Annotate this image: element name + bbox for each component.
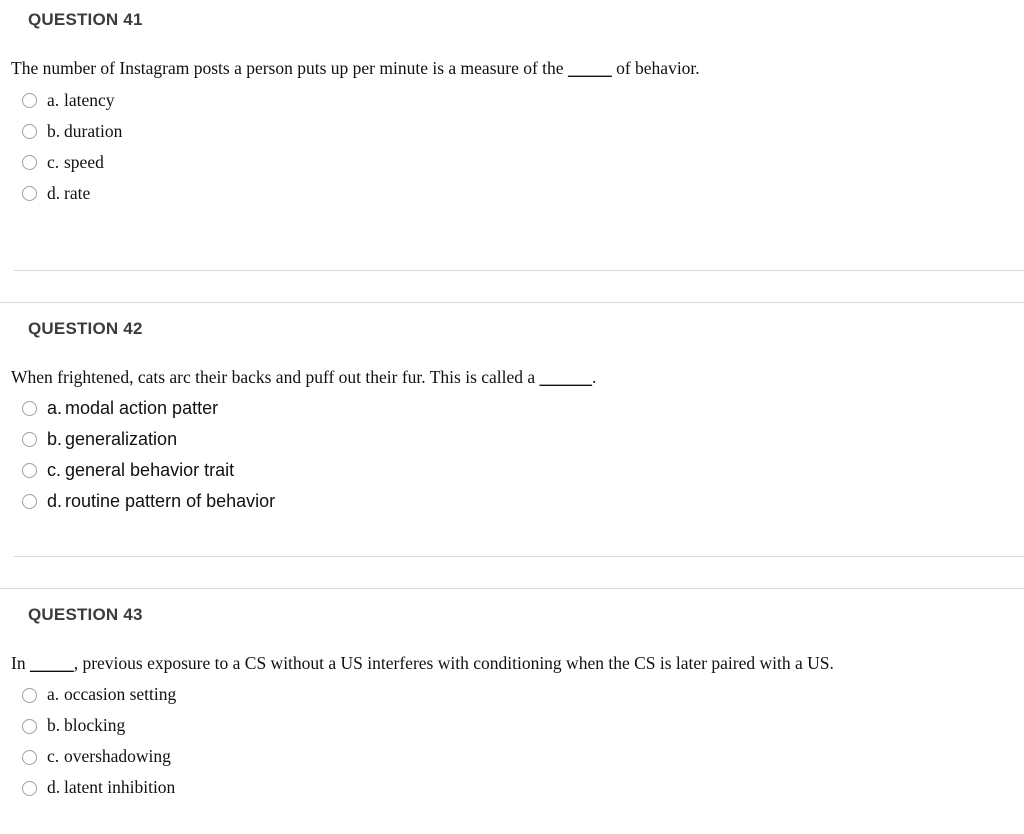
option-label: c. speed <box>47 151 104 172</box>
stem-blank: _____ <box>29 652 74 673</box>
question-separator-group <box>0 555 1024 589</box>
option-letter: d. <box>47 491 63 512</box>
option-letter: c. <box>47 460 62 481</box>
option-row[interactable]: c. overshadowing <box>0 742 1024 773</box>
options-list-43: a. occasion setting b. blocking c. overshad… <box>0 680 1024 804</box>
radio-button-icon[interactable] <box>22 718 37 734</box>
option-text: general behavior trait <box>65 460 235 481</box>
stem-blank: _____ <box>567 58 612 78</box>
option-label: d. routine pattern of behavior <box>47 492 275 510</box>
stem-text-before: When frightened, cats arc their backs an… <box>11 366 536 387</box>
option-label: a. occasion setting <box>47 686 176 704</box>
option-text: modal action patter <box>65 398 219 419</box>
separator-gap <box>0 557 1024 588</box>
stem-blank: ______ <box>539 366 593 387</box>
question-heading-41: QUESTION 41 <box>28 10 143 29</box>
option-label: d. rate <box>47 182 91 203</box>
radio-button-icon[interactable] <box>22 92 37 108</box>
radio-button-icon[interactable] <box>22 431 37 447</box>
option-letter: d. <box>47 777 61 798</box>
option-row[interactable]: c. speed <box>0 147 1024 178</box>
options-list-42: a. modal action patter b. generalization c… <box>0 393 1024 517</box>
option-letter: b. <box>47 429 63 450</box>
option-letter: a. <box>47 398 63 419</box>
option-text: duration <box>64 120 123 141</box>
question-block-42: QUESTION 42 When frightened, cats arc th… <box>0 303 1024 517</box>
option-row[interactable]: b. duration <box>0 116 1024 147</box>
option-label: a. latency <box>47 89 115 110</box>
option-label: b. duration <box>47 120 123 141</box>
option-text: latent inhibition <box>64 777 176 798</box>
question-block-43: QUESTION 43 In _____, previous exposure … <box>0 589 1024 804</box>
radio-button-icon[interactable] <box>22 749 37 765</box>
stem-text-before: In <box>11 652 26 673</box>
radio-button-icon[interactable] <box>22 154 37 170</box>
stem-text-before: The number of Instagram posts a person p… <box>11 58 564 78</box>
question-separator-group <box>0 269 1024 303</box>
stem-text-after: . <box>592 366 597 387</box>
radio-button-icon[interactable] <box>22 493 37 509</box>
option-text: rate <box>64 182 91 203</box>
option-label: d. latent inhibition <box>47 779 175 797</box>
radio-button-icon[interactable] <box>22 185 37 201</box>
option-label: c. general behavior trait <box>47 461 234 479</box>
option-letter: b. <box>47 120 61 141</box>
option-letter: b. <box>47 715 61 736</box>
option-label: c. overshadowing <box>47 748 171 766</box>
options-list-41: a. latency b. duration c. speed d. rate <box>0 85 1024 209</box>
radio-button-icon[interactable] <box>22 123 37 139</box>
option-row[interactable]: b. blocking <box>0 711 1024 742</box>
option-row[interactable]: a. occasion setting <box>0 680 1024 711</box>
question-heading-42: QUESTION 42 <box>28 318 143 338</box>
radio-button-icon[interactable] <box>22 462 37 478</box>
option-text: generalization <box>65 429 178 450</box>
option-row[interactable]: d. rate <box>0 178 1024 209</box>
stem-text-after: of behavior. <box>616 58 700 78</box>
question-stem-42: When frightened, cats arc their backs an… <box>0 367 1024 389</box>
option-letter: a. <box>47 89 60 110</box>
separator-gap <box>0 271 1024 302</box>
option-letter: c. <box>47 151 60 172</box>
option-label: a. modal action patter <box>47 399 218 417</box>
option-text: occasion setting <box>64 684 177 705</box>
option-text: latency <box>64 89 115 110</box>
option-text: blocking <box>64 715 126 736</box>
option-text: speed <box>64 151 104 172</box>
radio-button-icon[interactable] <box>22 400 37 416</box>
option-letter: c. <box>47 746 60 767</box>
question-stem-41: The number of Instagram posts a person p… <box>0 58 1024 80</box>
option-row[interactable]: a. modal action patter <box>0 393 1024 424</box>
option-letter: a. <box>47 684 60 705</box>
option-label: b. generalization <box>47 430 177 448</box>
quiz-page: QUESTION 41 The number of Instagram post… <box>0 0 1024 834</box>
option-text: overshadowing <box>64 746 171 767</box>
option-text: routine pattern of behavior <box>65 491 276 512</box>
option-row[interactable]: b. generalization <box>0 424 1024 455</box>
radio-button-icon[interactable] <box>22 780 37 796</box>
option-row[interactable]: d. latent inhibition <box>0 773 1024 804</box>
option-row[interactable]: a. latency <box>0 85 1024 116</box>
option-row[interactable]: d. routine pattern of behavior <box>0 486 1024 517</box>
question-stem-43: In _____, previous exposure to a CS with… <box>0 653 1024 675</box>
question-heading-43: QUESTION 43 <box>28 604 143 624</box>
option-row[interactable]: c. general behavior trait <box>0 455 1024 486</box>
stem-text-after: , previous exposure to a CS without a US… <box>73 652 834 673</box>
radio-button-icon[interactable] <box>22 687 37 703</box>
option-label: b. blocking <box>47 717 125 735</box>
question-block-41: QUESTION 41 The number of Instagram post… <box>0 0 1024 209</box>
option-letter: d. <box>47 182 61 203</box>
